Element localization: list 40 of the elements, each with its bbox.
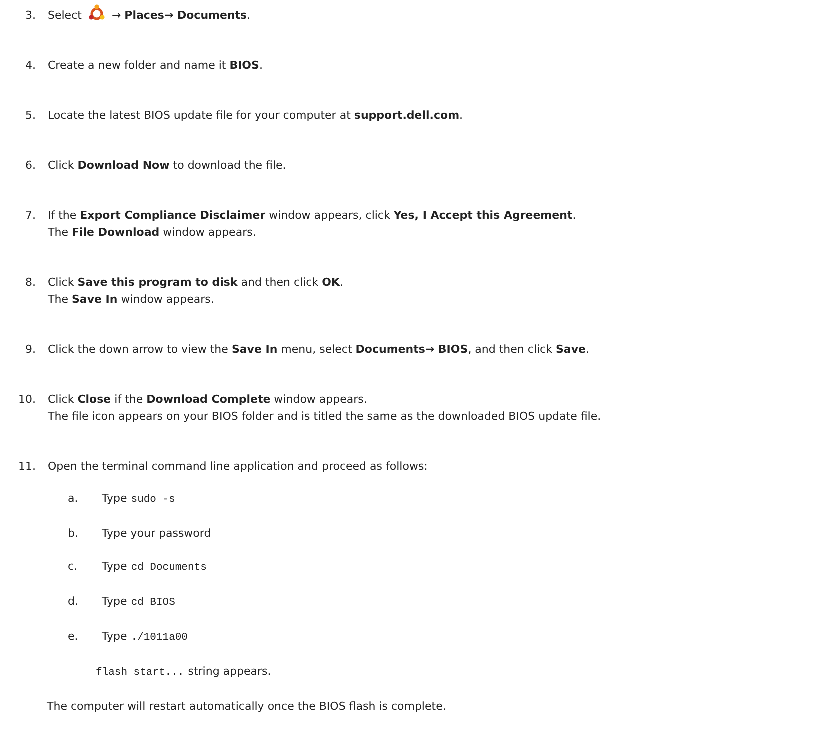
step-number: 3. [24, 8, 36, 24]
command-text: flash start... [96, 667, 184, 679]
command-text: ./1011a00 [131, 631, 188, 646]
substep-text: Type [102, 491, 128, 507]
step-number: 7. [24, 208, 36, 224]
step-text: Locate the latest BIOS update file for your computer at support.dell.com. [48, 108, 464, 124]
step-number: 4. [24, 58, 36, 74]
step-number: 8. [24, 275, 36, 291]
step-text: Click Save this program to disk and then click OK. [48, 275, 344, 291]
substep-text: Type [102, 594, 128, 610]
substep-letter: c. [68, 559, 79, 575]
substep-text: Type [102, 559, 128, 575]
step-number: 9. [24, 342, 36, 358]
step-text: Open the terminal command line application and proceed as follows: [48, 459, 428, 475]
step-text: Click the down arrow to view the Save In menu, select Documents→ BIOS, and then click Save. [48, 342, 590, 358]
step-text: The file icon appears on your BIOS folder and is titled the same as the downloaded BIOS update file. [48, 409, 602, 425]
command-text: cd BIOS [131, 596, 176, 611]
substep-letter: e. [68, 629, 80, 645]
step-text: → Places→ Documents. [112, 8, 251, 24]
step-text: Click Close if the Download Complete window appears. [48, 392, 368, 408]
step-text: Create a new folder and name it BIOS. [48, 58, 263, 74]
command-text: sudo -s [131, 493, 176, 508]
step-text: Click Download Now to download the file. [48, 158, 286, 174]
step-text: The File Download window appears. [48, 225, 256, 241]
step-text: The Save In window appears. [48, 292, 214, 308]
substep-text: Type [102, 629, 128, 645]
step-text: Select [48, 8, 82, 24]
substep-letter: d. [68, 594, 80, 610]
step-number: 6. [24, 158, 36, 174]
circle-of-friends-icon [88, 4, 106, 22]
step-number: 11. [18, 459, 36, 475]
step-number: 5. [24, 108, 36, 124]
result-text: string appears. [188, 665, 272, 678]
closing-text: The computer will restart automatically once the BIOS flash is complete. [46, 699, 448, 715]
substep-text: Type your password [102, 526, 212, 542]
substep-letter: a. [68, 491, 80, 507]
substep-letter: b. [68, 526, 80, 542]
step-text: If the Export Compliance Disclaimer window appears, click Yes, I Accept this Agreement. [48, 208, 576, 224]
command-text: cd Documents [131, 561, 207, 576]
step-number: 10. [18, 392, 36, 408]
